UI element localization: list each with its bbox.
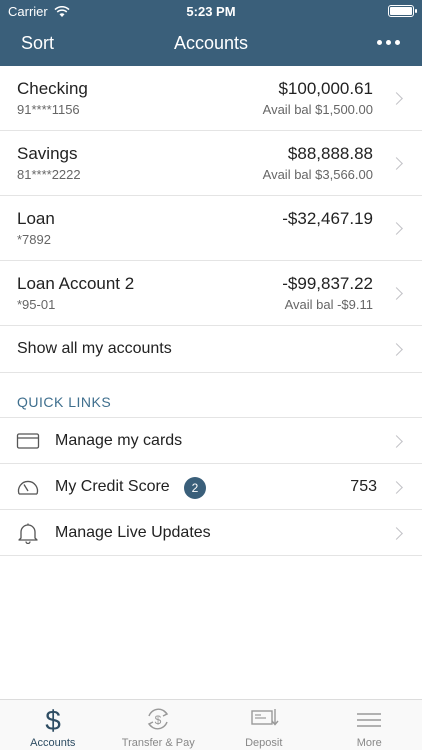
quick-link-label: Manage Live Updates [55, 524, 211, 541]
chevron-right-icon [390, 481, 403, 494]
tab-bar: $ Accounts $ Transfer & Pay Deposit More [0, 699, 422, 750]
chevron-right-icon [390, 157, 403, 170]
quick-link-label: My Credit Score [55, 478, 170, 495]
page-title: Accounts [173, 33, 249, 53]
chevron-right-icon [390, 222, 403, 235]
chevron-right-icon [390, 287, 403, 300]
chevron-right-icon [390, 343, 403, 356]
tab-deposit[interactable]: Deposit [211, 700, 317, 750]
available-balance: Avail bal $3,566.00 [262, 167, 373, 182]
show-all-accounts-row[interactable]: Show all my accounts [0, 326, 422, 373]
account-balance: $100,000.61 [278, 79, 373, 98]
quick-link-live-updates[interactable]: Manage Live Updates [0, 510, 422, 556]
check-deposit-icon [251, 709, 279, 726]
credit-score-value: 753 [350, 478, 377, 495]
accounts-list: Checking 91****1156 $100,000.61 Avail ba… [0, 66, 422, 556]
gauge-icon [17, 480, 39, 495]
svg-text:$: $ [155, 713, 162, 727]
status-time: 5:23 PM [186, 4, 236, 19]
account-name: Checking [17, 79, 88, 98]
account-number: 81****2222 [17, 167, 81, 182]
menu-icon [357, 713, 382, 727]
dollar-icon: $ [45, 705, 61, 734]
more-icon[interactable] [377, 40, 400, 45]
account-row-loan[interactable]: Loan *7892 -$32,467.19 [0, 196, 422, 261]
navigation-bar: Sort Accounts [0, 22, 422, 66]
available-balance: Avail bal $1,500.00 [262, 102, 373, 117]
account-name: Loan Account 2 [17, 274, 135, 293]
tab-transfer-pay[interactable]: $ Transfer & Pay [106, 700, 212, 750]
account-name: Savings [17, 144, 78, 163]
account-balance: -$99,837.22 [282, 274, 373, 293]
show-all-accounts-label: Show all my accounts [17, 340, 172, 357]
account-balance: $88,888.88 [287, 144, 373, 163]
notification-badge: 2 [184, 477, 206, 499]
tab-label: More [356, 737, 382, 749]
battery-icon [388, 5, 417, 17]
account-number: *95-01 [17, 297, 56, 312]
svg-text:$: $ [45, 705, 61, 734]
bell-icon [18, 523, 38, 544]
tab-label: Accounts [30, 737, 76, 749]
tab-label: Transfer & Pay [121, 737, 195, 749]
quick-link-label: Manage my cards [55, 432, 183, 449]
tab-label: Deposit [245, 737, 283, 749]
available-balance: Avail bal -$9.11 [284, 297, 373, 312]
quick-link-credit-score[interactable]: My Credit Score 2 753 [0, 464, 422, 510]
chevron-right-icon [390, 92, 403, 105]
account-row-savings[interactable]: Savings 81****2222 $88,888.88 Avail bal … [0, 131, 422, 196]
account-row-loan-account-2[interactable]: Loan Account 2 *95-01 -$99,837.22 Avail … [0, 261, 422, 326]
account-name: Loan [17, 209, 55, 228]
chevron-right-icon [390, 435, 403, 448]
tab-more[interactable]: More [317, 700, 422, 750]
status-bar: Carrier 5:23 PM [0, 0, 422, 22]
account-balance: -$32,467.19 [282, 209, 373, 228]
tab-accounts[interactable]: $ Accounts [0, 700, 106, 750]
quick-links-title: QUICK LINKS [17, 394, 112, 410]
account-number: 91****1156 [17, 102, 80, 117]
quick-links-header: QUICK LINKS [0, 373, 422, 418]
top-bar: Carrier 5:23 PM Sort Accounts [0, 0, 422, 66]
account-number: *7892 [17, 232, 51, 247]
account-row-checking[interactable]: Checking 91****1156 $100,000.61 Avail ba… [0, 66, 422, 131]
quick-link-manage-cards[interactable]: Manage my cards [0, 418, 422, 464]
credit-card-icon [16, 433, 40, 449]
chevron-right-icon [390, 527, 403, 540]
transfer-icon: $ [148, 708, 169, 730]
